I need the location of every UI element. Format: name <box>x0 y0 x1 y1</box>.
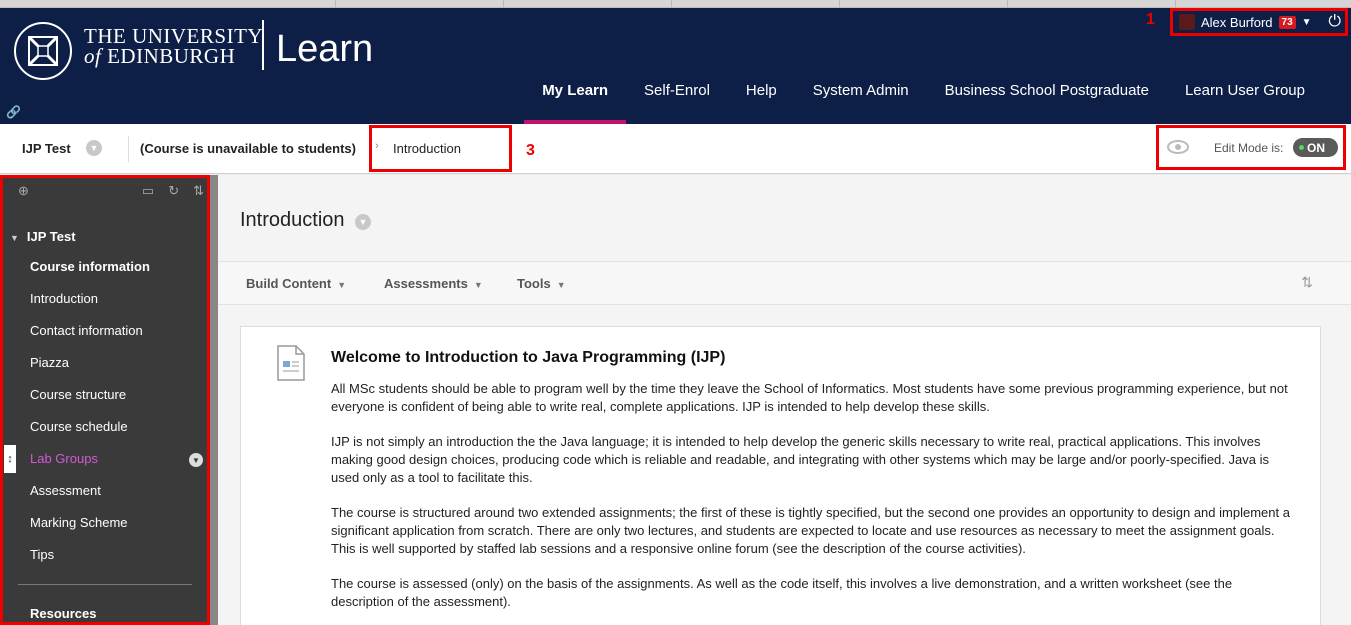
nav-item-my-learn[interactable]: My Learn <box>524 78 627 124</box>
edit-mode-toggle[interactable]: ON <box>1293 138 1338 157</box>
header-divider <box>262 20 264 70</box>
nav-item-self-enrol[interactable]: Self-Enrol <box>626 78 728 124</box>
breadcrumb: IJP Test ▼ (Course is unavailable to stu… <box>0 124 1351 174</box>
nav-item-system-admin[interactable]: System Admin <box>795 78 927 124</box>
folder-view-icon[interactable]: ▭ <box>142 183 154 199</box>
university-line2: EDINBURGH <box>107 44 236 68</box>
sidebar-resize-bar[interactable] <box>210 175 218 625</box>
sidebar-resources-heading[interactable]: Resources <box>30 606 96 621</box>
annotation-1: 1 <box>1146 11 1155 28</box>
notification-badge[interactable]: 73 <box>1278 15 1296 29</box>
refresh-icon[interactable]: ↻ <box>168 183 179 199</box>
breadcrumb-divider <box>128 136 129 162</box>
sidebar-item-marking-scheme[interactable]: Marking Scheme <box>30 515 150 547</box>
reorder-items-icon[interactable]: ⇅ <box>1301 274 1313 291</box>
link-icon[interactable]: 🔗 <box>6 105 21 119</box>
university-crest-icon[interactable] <box>14 22 72 80</box>
content-item: Welcome to Introduction to Java Programm… <box>240 326 1321 625</box>
main-nav: My Learn Self-Enrol Help System Admin Bu… <box>524 78 1323 124</box>
sidebar-item-contact-information[interactable]: Contact information <box>30 323 150 355</box>
chevron-down-icon: ▼ <box>337 280 347 290</box>
tools-label: Tools <box>517 276 551 291</box>
action-bar: Build Content ▼ Assessments ▼ Tools ▼ ⇅ <box>218 261 1351 305</box>
content-item-body: All MSc students should be able to progr… <box>331 380 1296 625</box>
collapse-triangle-icon[interactable]: ▼ <box>10 233 19 243</box>
sidebar-item-piazza[interactable]: Piazza <box>30 355 150 387</box>
student-preview-eye-icon[interactable] <box>1166 137 1190 157</box>
sidebar-item-course-structure[interactable]: Course structure <box>30 387 150 419</box>
edit-mode-label: Edit Mode is: <box>1214 141 1284 155</box>
assessments-label: Assessments <box>384 276 468 291</box>
build-content-label: Build Content <box>246 276 332 291</box>
university-line1: THE UNIVERSITY <box>84 24 264 48</box>
course-availability-status: (Course is unavailable to students) <box>140 141 356 156</box>
paragraph: All MSc students should be able to progr… <box>331 381 1288 414</box>
sidebar-toolbar: ⊕ ▭ ↻ ⇅ <box>18 183 204 199</box>
chevron-down-icon: ▼ <box>556 280 566 290</box>
user-menu-chevron-down-icon[interactable]: ▼ <box>1302 17 1312 28</box>
content-item-title[interactable]: Welcome to Introduction to Java Programm… <box>331 349 725 367</box>
nav-item-help[interactable]: Help <box>728 78 795 124</box>
nav-item-business-school[interactable]: Business School Postgraduate <box>927 78 1167 124</box>
sidebar-item-assessment[interactable]: Assessment <box>30 483 150 515</box>
page-title: Introduction <box>240 209 345 231</box>
paragraph: The course is structured around two exte… <box>331 505 1290 556</box>
sidebar-item-introduction[interactable]: Introduction <box>30 291 150 323</box>
reorder-icon[interactable]: ⇅ <box>193 183 204 199</box>
sidebar-item-lab-groups[interactable]: Lab Groups <box>30 451 150 483</box>
lab-groups-options-chevron-icon[interactable]: ▼ <box>189 453 203 467</box>
breadcrumb-current: Introduction <box>393 141 461 156</box>
logout-power-icon[interactable]: ⏻ <box>1328 13 1341 31</box>
annotation-3: 3 <box>526 142 535 159</box>
sidebar-list: Course information Introduction Contact … <box>30 259 150 579</box>
paragraph: IJP is not simply an introduction the th… <box>331 434 1269 485</box>
sidebar-item-tips[interactable]: Tips <box>30 547 150 579</box>
nav-item-learn-user-group[interactable]: Learn User Group <box>1167 78 1323 124</box>
tools-button[interactable]: Tools ▼ <box>517 276 566 291</box>
browser-tab-strip <box>0 0 1351 8</box>
user-avatar <box>1179 14 1195 30</box>
sidebar-item-course-information[interactable]: Course information <box>30 259 150 291</box>
breadcrumb-chevron-right-icon: › <box>375 140 379 152</box>
edit-mode-state: ON <box>1307 140 1325 155</box>
main-content: Introduction ▼ Build Content ▼ Assessment… <box>218 175 1351 625</box>
course-menu-sidebar: ⊕ ▭ ↻ ⇅ ▼ IJP Test Course information Int… <box>0 175 210 625</box>
sidebar-course-title[interactable]: ▼ IJP Test <box>10 229 76 244</box>
sidebar-item-course-schedule[interactable]: Course schedule <box>30 419 150 451</box>
sidebar-divider <box>18 584 192 585</box>
build-content-button[interactable]: Build Content ▼ <box>246 276 346 291</box>
drag-handle-icon[interactable]: ↕ <box>4 445 16 473</box>
paragraph: The course is assessed (only) on the bas… <box>331 576 1233 609</box>
user-menu[interactable]: Alex Burford 73 ▼ ⏻ <box>1170 8 1348 36</box>
sidebar-course-title-text: IJP Test <box>26 229 76 244</box>
university-of: of <box>84 44 102 68</box>
app-title[interactable]: Learn <box>276 28 373 71</box>
chevron-down-icon: ▼ <box>473 280 483 290</box>
document-icon <box>277 345 305 381</box>
user-name[interactable]: Alex Burford <box>1201 15 1273 30</box>
university-name: THE UNIVERSITY of EDINBURGH <box>84 24 264 68</box>
assessments-button[interactable]: Assessments ▼ <box>384 276 483 291</box>
breadcrumb-course[interactable]: IJP Test <box>22 141 71 156</box>
toggle-indicator-dot <box>1299 145 1304 150</box>
course-menu-chevron-down-icon[interactable]: ▼ <box>86 140 102 156</box>
add-menu-item-icon[interactable]: ⊕ <box>18 183 29 199</box>
page-options-chevron-down-icon[interactable]: ▼ <box>355 214 371 230</box>
